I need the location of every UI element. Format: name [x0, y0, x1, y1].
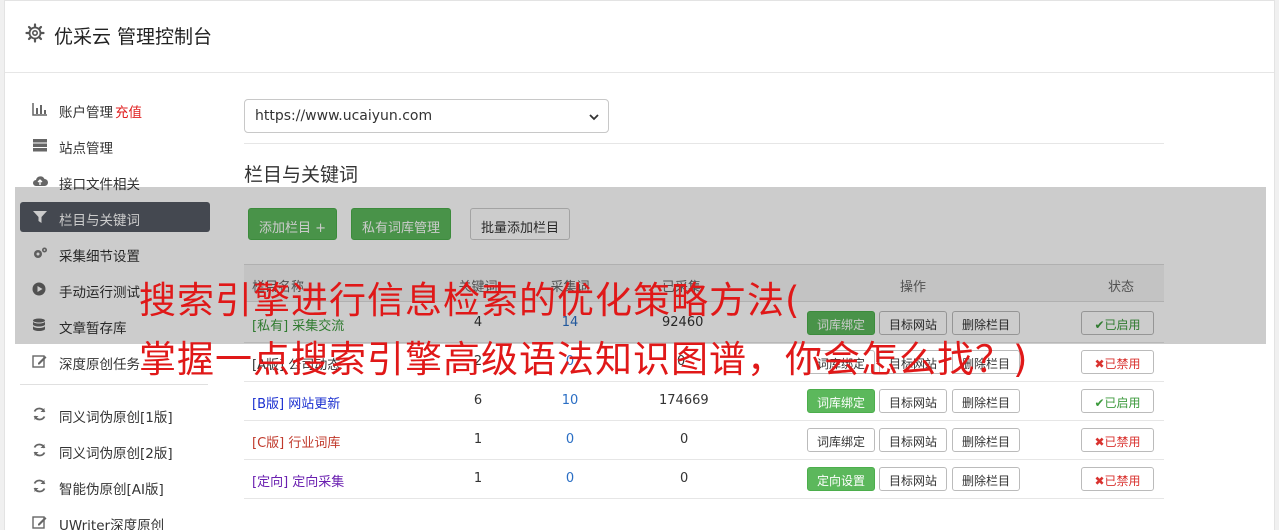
sidebar-item-label: 智能伪原创[AI版] [59, 482, 164, 498]
sidebar-item-synonym-2[interactable]: 同义词伪原创[2版] [20, 435, 210, 465]
edit-icon [32, 355, 47, 368]
panel-header: 优采云 管理控制台 [5, 1, 1274, 73]
target-site-button[interactable]: 目标网站 [879, 389, 948, 413]
recharge-link[interactable]: 充值 [115, 105, 142, 121]
column-name[interactable]: [定向] 定向采集 [252, 471, 344, 490]
status-toggle[interactable]: ✔已启用 [1081, 389, 1154, 413]
gear-icon [25, 23, 45, 43]
server-icon [33, 139, 47, 152]
keyword-count: 6 [473, 393, 483, 408]
close-icon: ✖ [1094, 357, 1105, 371]
sidebar-item-label: 账户管理 [59, 105, 113, 121]
keyword-count: 1 [473, 432, 483, 447]
bar-chart-icon [32, 103, 47, 116]
status-toggle[interactable]: ✖已禁用 [1081, 467, 1154, 491]
keyword-count: 1 [473, 471, 483, 486]
sidebar-item-label: 深度原创任务 [59, 357, 140, 373]
sidebar-item-label: 同义词伪原创[1版] [59, 410, 173, 426]
target-site-button[interactable]: 目标网站 [879, 467, 948, 491]
site-select-value: https://www.ucaiyun.com [255, 108, 433, 124]
delete-column-button[interactable]: 删除栏目 [952, 389, 1021, 413]
delete-column-button[interactable]: 删除栏目 [952, 467, 1021, 491]
chevron-down-icon [589, 114, 599, 121]
sidebar-item-label: 站点管理 [59, 141, 113, 157]
cloud-upload-icon [33, 176, 48, 186]
table-row: [B版] 网站更新 6 10 174669 词库绑定 目标网站 删除栏目 ✔已启… [244, 382, 1164, 421]
collected-count: 0 [680, 471, 689, 486]
bind-library-button[interactable]: 词库绑定 [807, 389, 876, 413]
edit-icon [32, 516, 47, 529]
sidebar-item-uwriter[interactable]: UWriter深度原创 [20, 507, 210, 530]
table-row: [C版] 行业词库 1 0 0 词库绑定 目标网站 删除栏目 ✖已禁用 [244, 421, 1164, 460]
sidebar-item-label: UWriter深度原创 [59, 518, 165, 530]
column-name[interactable]: [B版] 网站更新 [252, 393, 340, 412]
collected-count: 174669 [659, 393, 709, 408]
sidebar-item-label: 同义词伪原创[2版] [59, 446, 173, 462]
refresh-icon [33, 443, 46, 457]
overlay-subheadline: 掌握一点搜索引擎高级语法知识图谱，你会怎么找？) [139, 338, 1029, 381]
section-title: 栏目与关键词 [244, 164, 359, 186]
site-select[interactable]: https://www.ucaiyun.com [244, 99, 609, 133]
collect-word-count[interactable]: 0 [540, 432, 600, 447]
app-title: 优采云 管理控制台 [54, 26, 213, 48]
collect-word-count[interactable]: 0 [540, 471, 600, 486]
collect-word-count[interactable]: 10 [540, 393, 600, 408]
sidebar-divider [20, 384, 208, 385]
overlay-headline: 搜索引擎进行信息检索的优化策略方法( [139, 279, 801, 322]
sidebar-item-account[interactable]: 账户管理 充值 [20, 94, 210, 124]
refresh-icon [33, 479, 46, 493]
status-toggle[interactable]: ✖已禁用 [1081, 428, 1154, 452]
sidebar-item-ai-rewrite[interactable]: 智能伪原创[AI版] [20, 471, 210, 501]
delete-column-button[interactable]: 删除栏目 [952, 428, 1021, 452]
check-icon: ✔ [1094, 396, 1105, 410]
column-name[interactable]: [C版] 行业词库 [252, 432, 340, 451]
collected-count: 0 [680, 432, 689, 447]
close-icon: ✖ [1094, 474, 1105, 488]
divider [244, 143, 1164, 144]
directed-settings-button[interactable]: 定向设置 [807, 467, 876, 491]
refresh-icon [33, 407, 46, 421]
bind-library-button[interactable]: 词库绑定 [807, 428, 876, 452]
sidebar-item-sites[interactable]: 站点管理 [20, 130, 210, 160]
target-site-button[interactable]: 目标网站 [879, 428, 948, 452]
sidebar-item-synonym-1[interactable]: 同义词伪原创[1版] [20, 399, 210, 429]
table-row: [定向] 定向采集 1 0 0 定向设置 目标网站 删除栏目 ✖已禁用 [244, 460, 1164, 499]
close-icon: ✖ [1094, 435, 1105, 449]
status-toggle[interactable]: ✖已禁用 [1081, 350, 1154, 374]
